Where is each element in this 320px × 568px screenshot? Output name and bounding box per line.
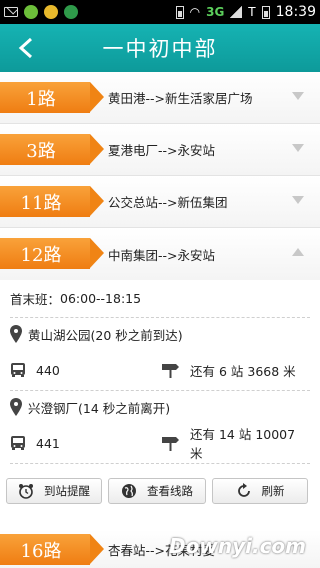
route-number-tag: 1路 <box>0 82 104 113</box>
chevron-down-icon[interactable] <box>292 196 304 204</box>
globe-icon <box>122 484 136 498</box>
app-notification-icon <box>24 5 38 19</box>
bus-number: 441 <box>36 435 60 451</box>
clock: 18:39 <box>275 4 316 20</box>
page-title: 一中初中部 <box>102 37 218 61</box>
bus-icon <box>11 436 25 450</box>
bus-number: 440 <box>36 362 60 378</box>
network-type: 3G <box>206 5 225 19</box>
route-number-tag: 12路 <box>0 238 104 269</box>
location-pin-icon <box>10 398 22 416</box>
stop-block: 黄山湖公园(20 秒之前到达) 440 还有 6 站 3668 米 <box>10 318 310 391</box>
route-row-expanded[interactable]: 12路 中南集团-->永安站 <box>0 228 320 280</box>
route-description: 夏港电厂-->永安站 <box>108 143 215 158</box>
route-row[interactable]: 1路 黄田港-->新生活家居广场 <box>0 72 320 124</box>
route-description: 黄田港-->新生活家居广场 <box>108 91 253 106</box>
chevron-down-icon[interactable] <box>292 144 304 152</box>
bus-row: 441 还有 14 站 10007 米 <box>10 423 310 463</box>
chevron-up-icon[interactable] <box>292 248 304 256</box>
route-row[interactable]: 3路 夏港电厂-->永安站 <box>0 124 320 176</box>
route-description: 公交总站-->新伍集团 <box>108 195 228 210</box>
view-route-label: 查看线路 <box>147 484 193 498</box>
route-number-tag: 16路 <box>0 534 104 565</box>
refresh-label: 刷新 <box>261 484 285 498</box>
mail-icon <box>4 7 18 17</box>
wifi-icon: ◠ <box>189 5 201 19</box>
refresh-icon <box>237 483 250 497</box>
schedule-label: 首末班： <box>10 292 61 307</box>
arrival-alarm-button[interactable]: 到站提醒 <box>6 478 102 504</box>
bus-stop-sign-icon <box>162 364 179 378</box>
back-button[interactable] <box>10 32 42 64</box>
schedule-time: 06:00--18:15 <box>60 291 142 306</box>
stop-name: 兴澄钢厂(14 秒之前离开) <box>28 400 171 416</box>
stop-name: 黄山湖公园(20 秒之前到达) <box>28 327 183 343</box>
app-notification-icon <box>64 5 78 19</box>
bus-stop-sign-icon <box>162 437 179 451</box>
arrival-alarm-label: 到站提醒 <box>44 484 90 498</box>
view-route-button[interactable]: 查看线路 <box>108 478 206 504</box>
route-row[interactable]: 11路 公交总站-->新伍集团 <box>0 176 320 228</box>
stop-name-row: 黄山湖公园(20 秒之前到达) <box>10 318 310 350</box>
stop-block: 兴澄钢厂(14 秒之前离开) 441 还有 14 站 10007 米 <box>10 391 310 464</box>
app-notification-icon <box>44 5 58 19</box>
schedule-info: 首末班： 06:00--18:15 <box>10 280 310 318</box>
bus-row: 440 还有 6 站 3668 米 <box>10 350 310 390</box>
bus-icon <box>11 363 25 377</box>
remaining-distance: 还有 6 站 3668 米 <box>190 363 296 379</box>
route-number-tag: 3路 <box>0 134 104 165</box>
watermark: Downyi.com <box>169 534 306 558</box>
battery-small-icon <box>175 5 184 19</box>
action-buttons: 到站提醒 查看线路 刷新 <box>0 464 320 514</box>
chevron-down-icon[interactable] <box>292 92 304 100</box>
remaining-distance: 还有 14 站 10007 米 <box>190 427 296 461</box>
route-description: 中南集团-->永安站 <box>108 247 215 263</box>
alarm-clock-icon <box>19 484 33 499</box>
sim-label: T <box>248 5 256 19</box>
stop-name-row: 兴澄钢厂(14 秒之前离开) <box>10 391 310 423</box>
chevron-left-icon <box>18 37 33 59</box>
route-details: 首末班： 06:00--18:15 黄山湖公园(20 秒之前到达) 440 还有… <box>0 280 320 464</box>
signal-icon <box>230 6 243 18</box>
title-bar: 一中初中部 <box>0 24 320 72</box>
battery-icon <box>261 5 270 19</box>
refresh-button[interactable]: 刷新 <box>212 478 308 504</box>
location-pin-icon <box>10 325 22 343</box>
status-bar: ◠ 3G T 18:39 <box>0 0 320 24</box>
route-number-tag: 11路 <box>0 186 104 217</box>
